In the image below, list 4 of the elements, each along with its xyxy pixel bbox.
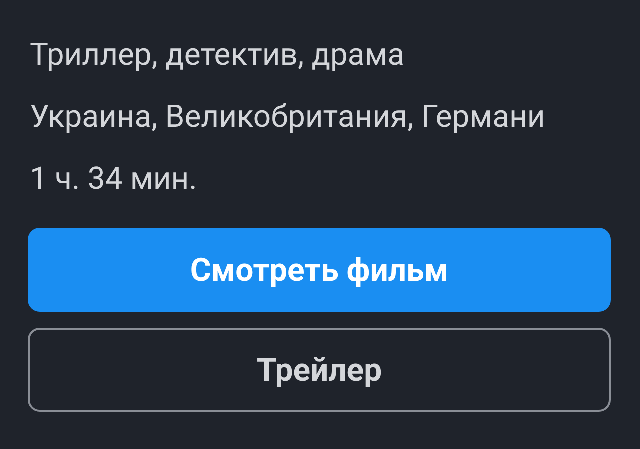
trailer-button[interactable]: Трейлер [28, 328, 611, 412]
movie-detail: Украина, Великобритания, Германи [30, 97, 546, 137]
movie-detail: Триллер, детектив, драма [30, 35, 405, 75]
movie-detail: 1 ч. 34 мин. [30, 159, 198, 199]
